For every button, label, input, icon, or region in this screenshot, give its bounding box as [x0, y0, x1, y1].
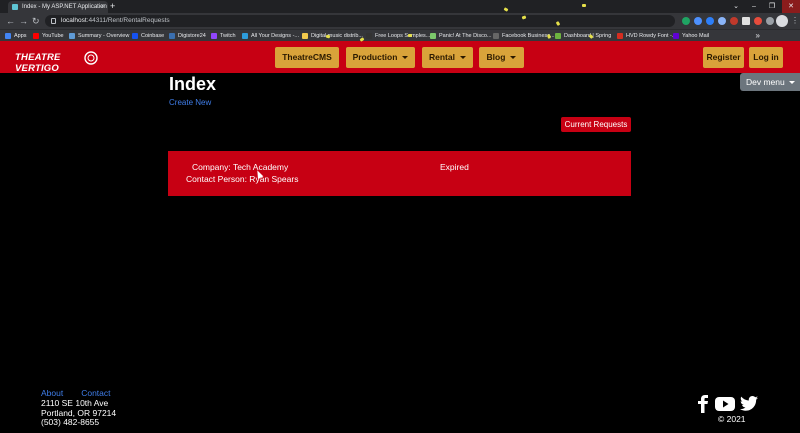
puzzle-icon[interactable] — [766, 17, 774, 25]
forward-icon[interactable]: → — [19, 14, 28, 28]
social-links — [697, 395, 761, 413]
bookmark-favicon-icon — [617, 33, 623, 39]
nav-theatrecms-label: TheatreCMS — [282, 52, 332, 62]
theatre-vertigo-logo[interactable]: THEATRE VERTIGO — [13, 51, 99, 74]
nav-blog-dropdown[interactable]: Blog — [479, 47, 524, 68]
close-window-icon[interactable]: ✕ — [782, 0, 800, 13]
nav-production-label: Production — [352, 52, 398, 62]
confetti-piece — [325, 34, 331, 39]
request-company: Company: Tech Academy — [192, 162, 289, 172]
dev-menu-dropdown[interactable]: Dev menu — [740, 73, 800, 91]
extension-icon[interactable] — [742, 17, 750, 25]
reload-icon[interactable]: ↻ — [32, 14, 40, 28]
phone-number: (503) 482-8655 — [41, 417, 100, 427]
request-contact-person: Contact Person: Ryan Spears — [186, 174, 299, 184]
site-favicon-icon — [12, 4, 18, 10]
back-icon[interactable]: ← — [6, 14, 15, 28]
bookmark-favicon-icon — [302, 33, 308, 39]
page-content: Index Create New Dev menu Current Reques… — [0, 73, 800, 433]
rental-request-card[interactable]: Company: Tech Academy Contact Person: Ry… — [168, 151, 631, 196]
nav-production-dropdown[interactable]: Production — [346, 47, 415, 68]
bookmark-favicon-icon — [555, 33, 561, 39]
bookmark-favicon-icon — [242, 33, 248, 39]
bookmark-label: Panic! At The Disco... — [439, 33, 492, 39]
browser-tab[interactable]: Index - My ASP.NET Application ✕ — [8, 1, 108, 13]
bookmark-label: All Your Designs -... — [251, 33, 299, 39]
page-title: Index — [169, 74, 217, 94]
browser-tab-bar: Index - My ASP.NET Application ✕ + ⌄ – ❐… — [0, 0, 800, 13]
extension-icon[interactable] — [730, 17, 738, 25]
bookmark-label: HVD Rowdy Font -... — [626, 33, 677, 39]
extension-icon[interactable] — [682, 17, 690, 25]
bookmark-favicon-icon — [493, 33, 499, 39]
caret-down-icon — [402, 56, 409, 60]
register-label: Register — [706, 52, 741, 62]
caret-down-icon — [788, 81, 795, 85]
confetti-piece — [582, 4, 586, 7]
address-host: localhost — [61, 17, 87, 24]
close-tab-icon[interactable]: ✕ — [100, 1, 105, 13]
bookmark-favicon-icon — [366, 33, 372, 39]
bookmark-favicon-icon — [169, 33, 175, 39]
extension-icon[interactable] — [718, 17, 726, 25]
twitter-icon[interactable] — [740, 396, 758, 411]
footer-contact-link[interactable]: Contact — [81, 388, 110, 398]
request-status: Expired — [440, 162, 469, 172]
caret-down-icon — [459, 56, 466, 60]
bookmark-favicon-icon — [33, 33, 39, 39]
bookmark-favicon-icon — [430, 33, 436, 39]
browser-toolbar: ← → ↻ localhost:44311/Rent/RentalRequest… — [0, 13, 800, 29]
login-button[interactable]: Log in — [749, 47, 783, 68]
lock-icon — [51, 18, 56, 24]
bookmark-label: Summary - Overview — [78, 33, 130, 39]
logo-text: THEATRE VERTIGO — [15, 52, 61, 74]
bookmark-label: Digistore24 — [178, 33, 206, 39]
bookmark-favicon-icon — [69, 33, 75, 39]
nav-blog-label: Blog — [486, 52, 506, 62]
bookmark-label: Yahoo Mail — [682, 33, 710, 39]
dev-menu-label: Dev menu — [746, 77, 785, 87]
bookmark-favicon-icon — [673, 33, 679, 39]
nav-theatrecms[interactable]: TheatreCMS — [275, 47, 339, 68]
copyright-text: © 2021 — [718, 414, 746, 424]
bookmark-favicon-icon — [211, 33, 217, 39]
footer-about-link[interactable]: About — [41, 388, 63, 398]
new-tab-icon[interactable]: + — [110, 0, 115, 13]
extension-icon[interactable] — [754, 17, 762, 25]
extension-icon[interactable] — [694, 17, 702, 25]
confetti-piece — [408, 34, 412, 37]
nav-rental-dropdown[interactable]: Rental — [422, 47, 473, 68]
bookmark-favicon-icon — [5, 33, 11, 39]
login-label: Log in — [753, 52, 779, 62]
tab-title: Index - My ASP.NET Application — [22, 4, 107, 10]
minimize-icon[interactable]: – — [745, 0, 763, 13]
nav-rental-label: Rental — [429, 52, 455, 62]
more-options-icon[interactable]: ⋮ — [791, 14, 799, 28]
bookmark-label: Free Loops Samples... — [375, 33, 431, 39]
bookmarks-bar: Apps YouTube Summary - Overview Coinbase Dig… — [0, 29, 800, 41]
bookmark-label: Twitch — [220, 33, 236, 39]
create-new-link[interactable]: Create New — [169, 97, 211, 108]
caret-down-icon — [510, 56, 517, 60]
bookmark-label: Coinbase — [141, 33, 165, 39]
bookmark-label: Apps — [14, 33, 27, 39]
extension-icon[interactable] — [706, 17, 714, 25]
bookmark-favicon-icon — [132, 33, 138, 39]
profile-avatar-icon[interactable] — [776, 15, 788, 27]
maximize-icon[interactable]: ❐ — [763, 0, 781, 13]
youtube-icon[interactable] — [715, 397, 735, 411]
site-navbar: THEATRE VERTIGO TheatreCMS Production Re… — [0, 41, 800, 74]
facebook-icon[interactable] — [697, 395, 709, 413]
chevron-down-icon[interactable]: ⌄ — [727, 0, 745, 13]
address-bar[interactable]: localhost:44311/Rent/RentalRequests — [45, 15, 675, 27]
current-requests-button[interactable]: Current Requests — [561, 117, 631, 132]
bookmark-label: Digital music distrib... — [311, 33, 363, 39]
footer-address: 2110 SE 10th Ave Portland, OR 97214 (503… — [41, 398, 116, 428]
bookmark-label: YouTube — [42, 33, 64, 39]
register-button[interactable]: Register — [703, 47, 744, 68]
address-path: :44311/Rent/RentalRequests — [86, 17, 170, 24]
